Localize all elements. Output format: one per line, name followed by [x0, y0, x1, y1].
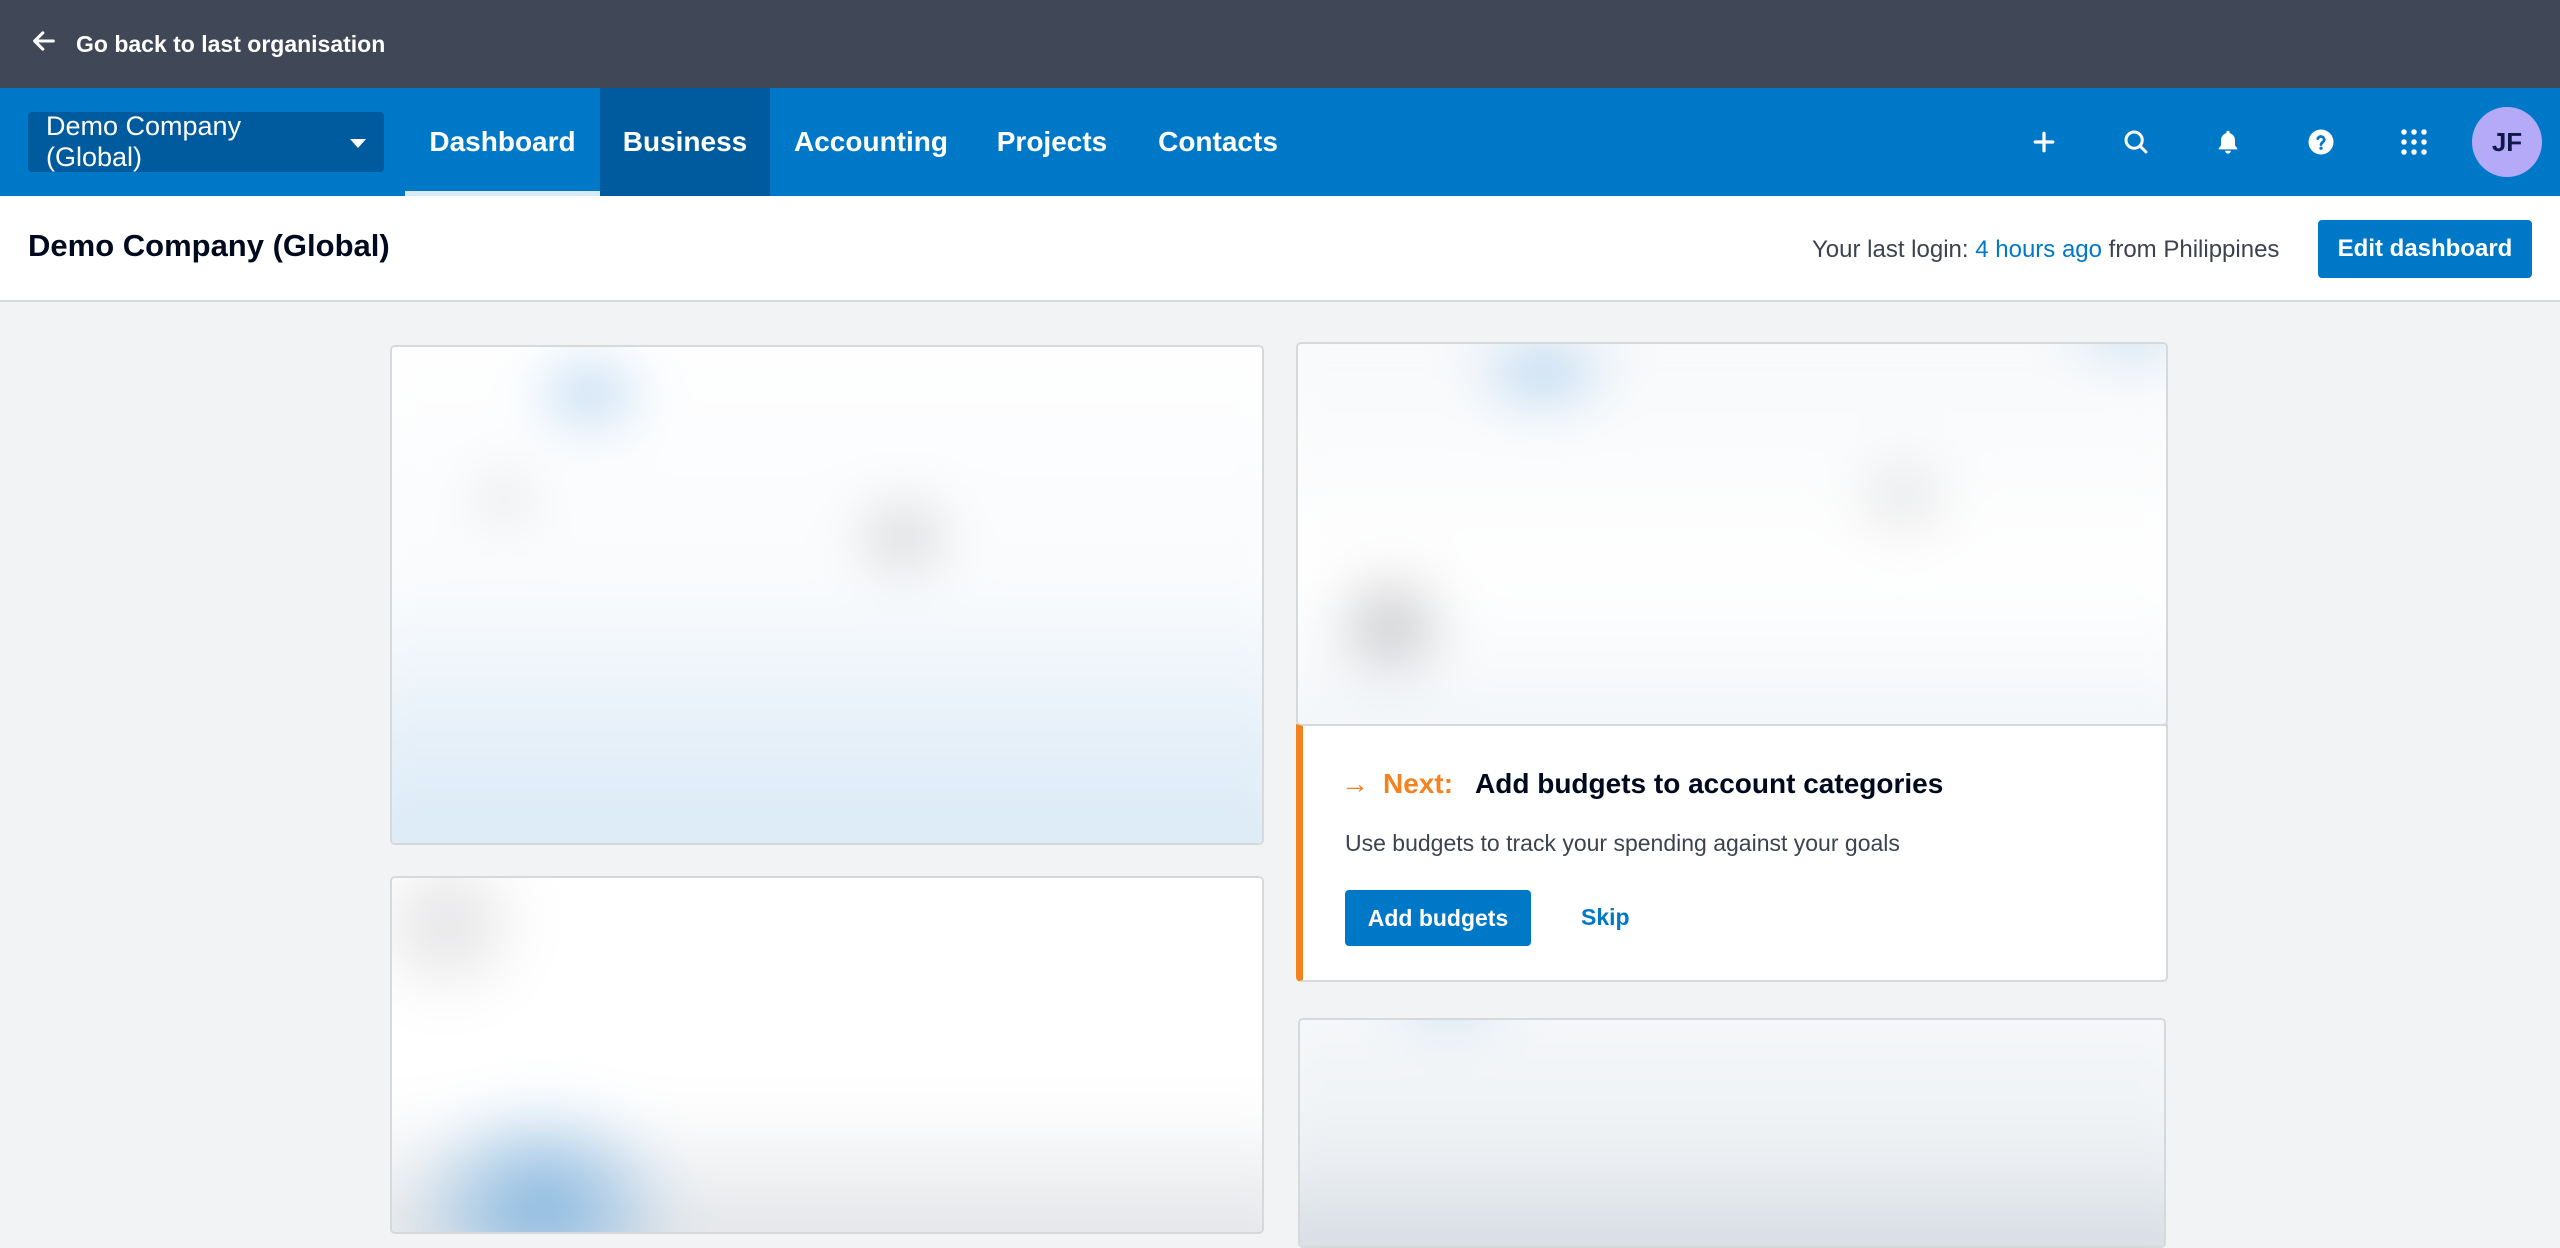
next-step-title: Add budgets to account categories [1475, 768, 1944, 799]
search-icon[interactable] [2110, 116, 2162, 168]
tab-contacts[interactable]: Contacts [1132, 88, 1304, 196]
tab-projects-label: Projects [996, 126, 1108, 157]
arrow-left-icon [30, 27, 58, 61]
back-to-last-organisation-link[interactable]: Go back to last organisation [30, 27, 385, 61]
last-login-prefix: Your last login: [1812, 236, 1969, 263]
blurred-content [1300, 1020, 2164, 1246]
next-step-heading: → Next: Add budgets to account categorie… [1341, 768, 1943, 800]
tab-dashboard[interactable]: Dashboard [405, 88, 600, 196]
tab-dashboard-label: Dashboard [429, 126, 576, 157]
tab-business[interactable]: Business [600, 88, 770, 196]
organisation-switcher[interactable]: Demo Company (Global) [28, 111, 384, 172]
avatar-initials: JF [2491, 126, 2523, 157]
blurred-widget-card [390, 876, 1264, 1234]
last-login-suffix: from Philippines [2108, 236, 2280, 263]
blurred-content [392, 347, 1262, 843]
next-label: Next: [1383, 768, 1454, 799]
user-avatar[interactable]: JF [2472, 107, 2542, 177]
tab-accounting[interactable]: Accounting [770, 88, 972, 196]
last-login-info: Your last login: 4 hours ago from Philip… [1812, 236, 2279, 264]
page-title: Demo Company (Global) [28, 228, 390, 263]
organisation-name: Demo Company (Global) [46, 111, 242, 172]
blurred-widget-card [1296, 342, 2168, 726]
blurred-widget-card [390, 345, 1264, 845]
arrow-right-icon: → [1341, 768, 1369, 799]
top-bar: Go back to last organisation [0, 0, 2560, 88]
last-login-link[interactable]: 4 hours ago [1975, 236, 2102, 263]
caret-down-icon [350, 139, 366, 148]
tab-accounting-label: Accounting [794, 126, 948, 157]
add-budgets-button[interactable]: Add budgets [1345, 890, 1531, 946]
apps-grid-icon[interactable] [2388, 116, 2440, 168]
bell-icon[interactable] [2202, 116, 2254, 168]
next-step-card: → Next: Add budgets to account categorie… [1296, 724, 2168, 982]
tab-projects[interactable]: Projects [972, 88, 1132, 196]
help-icon[interactable] [2295, 116, 2347, 168]
next-step-description: Use budgets to track your spending again… [1345, 830, 1900, 856]
tab-business-label: Business [622, 126, 748, 157]
tab-contacts-label: Contacts [1158, 126, 1278, 157]
blurred-content [1298, 344, 2166, 724]
edit-dashboard-button[interactable]: Edit dashboard [2318, 220, 2532, 278]
back-link-label: Go back to last organisation [76, 30, 386, 57]
blurred-content [392, 878, 1262, 1232]
main-navigation: Demo Company (Global) Dashboard Business… [0, 88, 2560, 196]
plus-icon[interactable] [2018, 116, 2070, 168]
skip-button[interactable]: Skip [1581, 904, 1630, 931]
blurred-widget-card [1298, 1018, 2166, 1248]
dashboard-header: Demo Company (Global) Your last login: 4… [0, 196, 2560, 302]
